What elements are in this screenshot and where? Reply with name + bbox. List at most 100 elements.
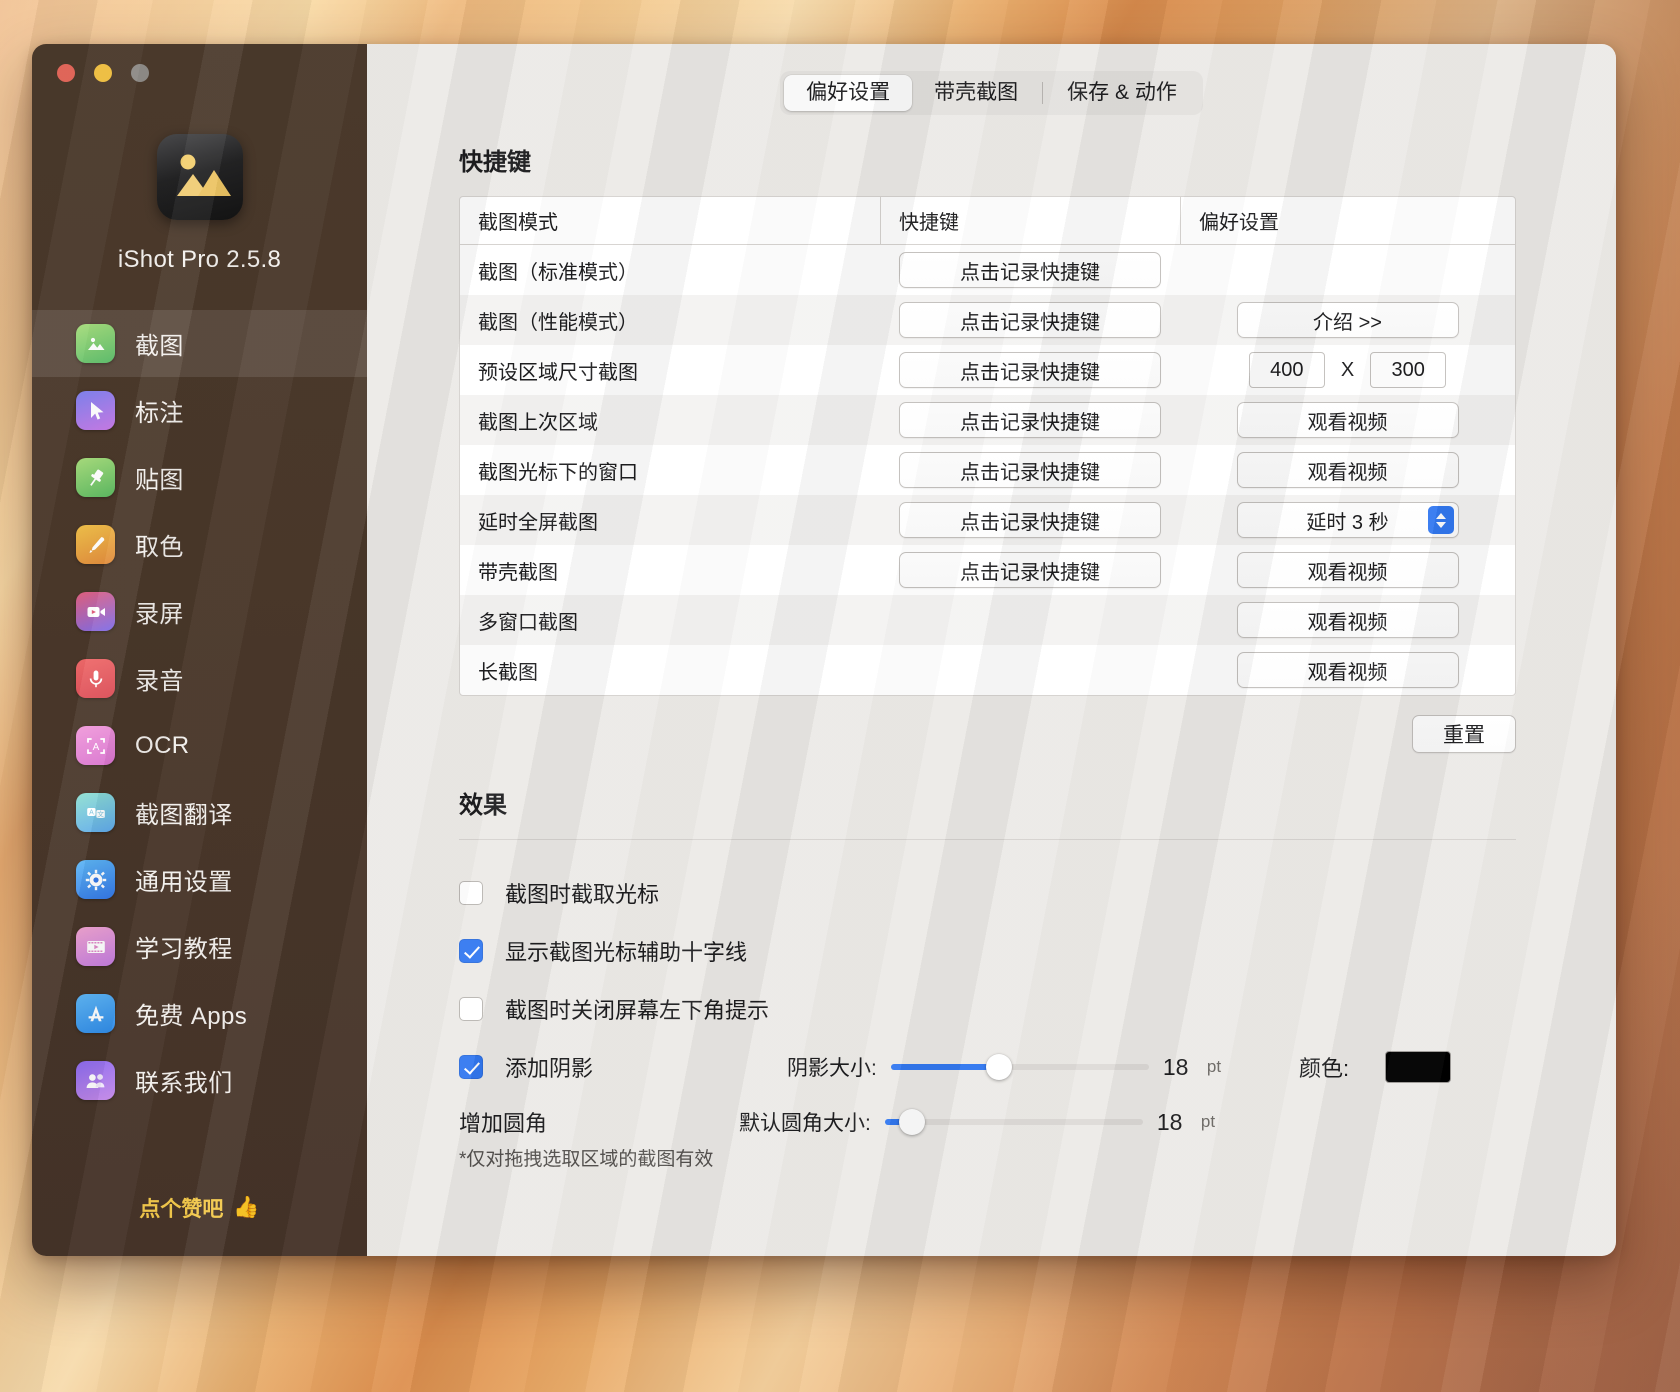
corner-size-slider[interactable] xyxy=(884,1109,1143,1135)
like-prompt-text: 点个赞吧 xyxy=(139,1198,224,1221)
table-row: 延时全屏截图 点击记录快捷键 延时 3 秒 xyxy=(460,495,1515,545)
tab-save-actions[interactable]: 保存 & 动作 xyxy=(1045,75,1199,111)
annotate-icon xyxy=(76,391,115,430)
tab-bar: 偏好设置 带壳截图 保存 & 动作 xyxy=(367,44,1616,142)
hide-corner-tip-checkbox[interactable] xyxy=(459,997,483,1021)
ishot-app-window: iShot Pro 2.5.8 截图 标注 贴图 取色 录屏 录音 A OCR … xyxy=(32,44,1616,1256)
record-shortcut-cell: 点击记录快捷键 xyxy=(880,495,1180,545)
table-row: 截图（标准模式） 点击记录快捷键 xyxy=(460,245,1515,295)
row-mode-label: 截图光标下的窗口 xyxy=(478,461,638,484)
shadow-size-label: 阴影大小: xyxy=(787,1057,877,1080)
table-row: 多窗口截图 观看视频 xyxy=(460,595,1515,645)
screenrecord-icon xyxy=(76,592,115,631)
table-row: 预设区域尺寸截图 点击记录快捷键 400 X 300 xyxy=(460,345,1515,395)
capture-cursor-label: 截图时截取光标 xyxy=(505,882,660,907)
sidebar-item-annotate[interactable]: 标注 xyxy=(32,377,367,444)
record-shortcut-button[interactable]: 点击记录快捷键 xyxy=(899,452,1161,488)
add-shadow-label: 添加阴影 xyxy=(505,1056,594,1081)
svg-text:A: A xyxy=(92,742,99,753)
record-shortcut-button[interactable]: 点击记录快捷键 xyxy=(899,252,1161,288)
watch-video-button[interactable]: 观看视频 xyxy=(1236,552,1459,588)
minimize-button[interactable] xyxy=(94,64,112,82)
preset-width-input[interactable]: 400 xyxy=(1248,352,1325,388)
pref-cell: 延时 3 秒 xyxy=(1180,495,1515,545)
capture-cursor-row[interactable]: 截图时截取光标 xyxy=(459,864,1516,922)
chevron-updown-icon xyxy=(1427,506,1454,534)
capture-cursor-checkbox[interactable] xyxy=(459,881,483,905)
corner-note: *仅对拖拽选取区域的截图有效 xyxy=(459,1149,714,1170)
sidebar-item-label: 取色 xyxy=(135,534,184,561)
tab-device-frame[interactable]: 带壳截图 xyxy=(912,75,1040,111)
record-shortcut-cell: 点击记录快捷键 xyxy=(880,245,1180,295)
sidebar-item-pin[interactable]: 贴图 xyxy=(32,444,367,511)
sidebar-item-screenshot[interactable]: 截图 xyxy=(32,310,367,377)
sidebar-item-audiorecord[interactable]: 录音 xyxy=(32,645,367,712)
pref-cell: 介绍 >> xyxy=(1180,295,1515,345)
sidebar-item-label: 免费 Apps xyxy=(135,1003,248,1030)
gear-icon xyxy=(76,860,115,899)
sidebar-item-label: 通用设置 xyxy=(135,869,233,896)
shadow-size-value: 18 xyxy=(1162,1053,1189,1080)
record-shortcut-button[interactable]: 点击记录快捷键 xyxy=(899,302,1161,338)
watch-video-button[interactable]: 观看视频 xyxy=(1236,452,1459,488)
watch-video-button[interactable]: 观看视频 xyxy=(1236,402,1459,438)
pref-cell-empty xyxy=(1180,245,1515,295)
sidebar-item-label: 贴图 xyxy=(135,467,184,494)
table-row: 截图上次区域 点击记录快捷键 观看视频 xyxy=(460,395,1515,445)
sidebar-item-label: OCR xyxy=(135,731,190,759)
show-crosshair-label: 显示截图光标辅助十字线 xyxy=(505,940,748,965)
preferences-pane: 快捷键 截图模式 快捷键 偏好设置 截图（标准模式） 点击记录快捷键 截图（性能… xyxy=(367,142,1616,1256)
sidebar-item-screenrecord[interactable]: 录屏 xyxy=(32,578,367,645)
record-shortcut-button[interactable]: 点击记录快捷键 xyxy=(899,502,1161,538)
sidebar: iShot Pro 2.5.8 截图 标注 贴图 取色 录屏 录音 A OCR … xyxy=(32,44,367,1256)
close-button[interactable] xyxy=(57,64,75,82)
window-controls xyxy=(32,44,367,96)
thumbs-up-icon: 👍 xyxy=(233,1196,260,1219)
delay-select[interactable]: 延时 3 秒 xyxy=(1236,502,1459,538)
svg-text:文: 文 xyxy=(97,809,104,818)
slider-knob[interactable] xyxy=(899,1109,926,1135)
table-row: 带壳截图 点击记录快捷键 观看视频 xyxy=(460,545,1515,595)
sidebar-item-label: 截图 xyxy=(135,333,184,360)
intro-button[interactable]: 介绍 >> xyxy=(1236,302,1459,338)
sidebar-footer[interactable]: 点个赞吧 👍 xyxy=(32,1160,367,1256)
tab-preferences[interactable]: 偏好设置 xyxy=(784,75,913,111)
add-shadow-checkbox[interactable] xyxy=(459,1055,483,1079)
shadow-size-unit: pt xyxy=(1206,1057,1222,1076)
record-shortcut-cell: 点击记录快捷键 xyxy=(880,345,1180,395)
sidebar-item-ocr[interactable]: A OCR xyxy=(32,712,367,779)
slider-knob[interactable] xyxy=(986,1054,1013,1080)
record-shortcut-button[interactable]: 点击记录快捷键 xyxy=(899,352,1161,388)
record-shortcut-cell: 点击记录快捷键 xyxy=(880,445,1180,495)
record-shortcut-cell: 点击记录快捷键 xyxy=(880,295,1180,345)
zoom-button[interactable] xyxy=(131,64,149,82)
hide-corner-tip-row[interactable]: 截图时关闭屏幕左下角提示 xyxy=(459,980,1516,1038)
contact-icon xyxy=(76,1061,115,1100)
record-shortcut-button[interactable]: 点击记录快捷键 xyxy=(899,552,1161,588)
reset-button[interactable]: 重置 xyxy=(1412,715,1516,753)
sidebar-item-general-settings[interactable]: 通用设置 xyxy=(32,846,367,913)
preset-height-input[interactable]: 300 xyxy=(1370,352,1447,388)
sidebar-item-tutorial[interactable]: 学习教程 xyxy=(32,913,367,980)
dimension-separator: X xyxy=(1340,358,1355,381)
row-mode-label: 预设区域尺寸截图 xyxy=(478,361,638,384)
watch-video-button[interactable]: 观看视频 xyxy=(1236,602,1459,638)
shadow-size-slider[interactable] xyxy=(890,1054,1149,1080)
pref-cell: 观看视频 xyxy=(1180,395,1515,445)
sidebar-item-contact[interactable]: 联系我们 xyxy=(32,1047,367,1114)
effects-section-title: 效果 xyxy=(459,792,507,819)
sidebar-item-translate[interactable]: A 文 截图翻译 xyxy=(32,779,367,846)
watch-video-button[interactable]: 观看视频 xyxy=(1236,652,1459,688)
show-crosshair-row[interactable]: 显示截图光标辅助十字线 xyxy=(459,922,1516,980)
add-corner-label: 增加圆角 xyxy=(459,1111,548,1136)
shadow-color-swatch[interactable] xyxy=(1385,1051,1452,1083)
appstore-icon xyxy=(76,994,115,1033)
table-row: 截图（性能模式） 点击记录快捷键 介绍 >> xyxy=(460,295,1515,345)
eyedropper-icon xyxy=(76,525,115,564)
sidebar-item-colorpicker[interactable]: 取色 xyxy=(32,511,367,578)
show-crosshair-checkbox[interactable] xyxy=(459,939,483,963)
record-shortcut-button[interactable]: 点击记录快捷键 xyxy=(899,402,1161,438)
sidebar-item-free-apps[interactable]: 免费 Apps xyxy=(32,980,367,1047)
pref-cell: 观看视频 xyxy=(1180,545,1515,595)
ocr-icon: A xyxy=(76,726,115,765)
